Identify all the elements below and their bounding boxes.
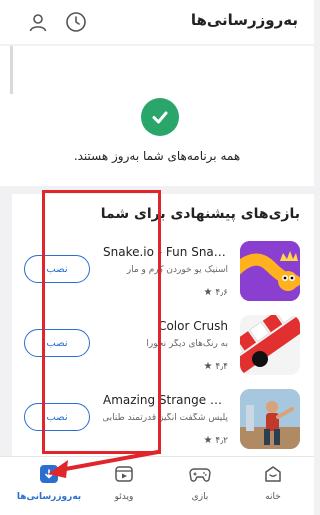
star-icon: ★ bbox=[203, 435, 213, 446]
status-message: همه برنامه‌های شما به‌روز هستند. bbox=[73, 149, 241, 163]
nav-video-label: ویدئو bbox=[114, 492, 134, 502]
game-rating: ۴٫۴ ★ bbox=[203, 361, 228, 372]
annotation-highlight-box bbox=[42, 190, 161, 454]
check-icon bbox=[141, 98, 179, 136]
rope-police-thumbnail bbox=[240, 389, 300, 449]
nav-games-label: بازی bbox=[191, 492, 209, 502]
nav-home[interactable]: خانه bbox=[238, 463, 308, 502]
game-rating: ۴٫۶ ★ bbox=[203, 287, 228, 298]
rating-value: ۴٫۶ bbox=[215, 287, 228, 298]
color-crush-thumbnail bbox=[240, 315, 300, 375]
scroll-indicator bbox=[10, 46, 13, 94]
rating-value: ۴٫۴ bbox=[215, 361, 228, 372]
star-icon: ★ bbox=[203, 287, 213, 298]
nav-updates[interactable]: به‌روزرسانی‌ها bbox=[14, 463, 84, 502]
nav-games[interactable]: بازی bbox=[165, 463, 235, 502]
app-header: به‌روزرسانی‌ها bbox=[0, 0, 314, 44]
nav-updates-label: به‌روزرسانی‌ها bbox=[16, 492, 82, 502]
video-icon bbox=[113, 463, 135, 485]
nav-video[interactable]: ویدئو bbox=[89, 463, 159, 502]
nav-home-label: خانه bbox=[265, 492, 281, 502]
updates-download-icon bbox=[38, 463, 60, 485]
gamepad-icon bbox=[189, 463, 211, 485]
status-card: همه برنامه‌های شما به‌روز هستند. bbox=[0, 46, 314, 186]
home-icon bbox=[262, 463, 284, 485]
star-icon: ★ bbox=[203, 361, 213, 372]
history-icon[interactable] bbox=[62, 8, 90, 36]
page-title: به‌روزرسانی‌ها bbox=[190, 11, 298, 29]
snake-game-thumbnail bbox=[240, 241, 300, 301]
rating-value: ۴٫۲ bbox=[215, 435, 228, 446]
bottom-navigation: خانه بازی ویدئو به‌روزرسانی‌ها bbox=[0, 456, 314, 515]
profile-icon[interactable] bbox=[24, 8, 52, 36]
game-rating: ۴٫۲ ★ bbox=[203, 435, 228, 446]
